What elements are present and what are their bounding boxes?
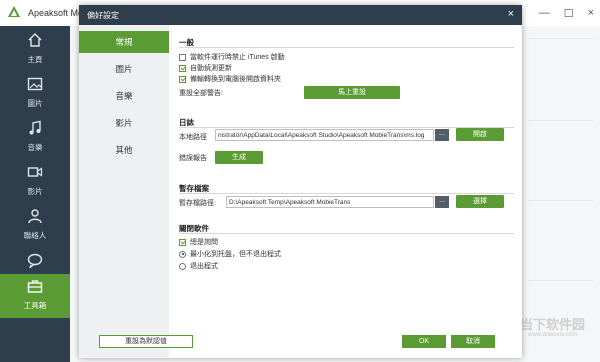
ok-button[interactable]: OK (402, 335, 446, 348)
preferences-dialog: 偏好設定 × 常規 圖片 音樂 影片 其他 一般 當軟件運行時禁止 iTunes… (79, 5, 522, 358)
nav-item-toolbox[interactable]: 工具箱 (0, 274, 70, 318)
reset-default-button[interactable]: 重設為默認值 (99, 335, 193, 348)
option-minimize-tray[interactable]: 最小化到托盤，但不退出程式 (179, 249, 281, 259)
nav-label: 工具箱 (23, 301, 47, 310)
close-icon[interactable]: × (588, 7, 594, 20)
option-disable-itunes[interactable]: 當軟件運行時禁止 iTunes 啟動 (179, 52, 285, 62)
checkbox[interactable] (179, 238, 186, 246)
dialog-title: 偏好設定 (87, 11, 119, 20)
browse-temp-button[interactable]: ... (435, 196, 449, 208)
divider (179, 47, 514, 48)
window-controls: — ☐ × (539, 7, 594, 20)
nav-label: 圖片 (27, 99, 43, 108)
option-label: 當軟件運行時禁止 iTunes 啟動 (190, 54, 285, 61)
toolbox-icon (27, 280, 43, 293)
generate-button[interactable]: 生成 (215, 151, 263, 164)
app-logo-icon (8, 6, 20, 17)
option-exit[interactable]: 退出程式 (179, 261, 218, 271)
checkbox[interactable] (179, 64, 186, 72)
picture-icon (27, 77, 43, 91)
checkbox[interactable] (179, 53, 186, 61)
video-icon (27, 167, 43, 177)
music-icon (29, 120, 41, 135)
dialog-tab-list: 常規 圖片 音樂 影片 其他 (79, 25, 169, 358)
tab-music[interactable]: 音樂 (79, 85, 169, 107)
option-label: 自動偵測更新 (190, 65, 232, 72)
watermark-text: 当下软件园 (520, 317, 586, 332)
temp-folder-field[interactable]: D:\Apeaksoft Temp\Apeaksoft MobieTrans (226, 196, 434, 208)
reset-now-button[interactable]: 馬上重設 (304, 86, 400, 99)
message-icon (27, 253, 43, 268)
option-open-folder[interactable]: 備輸轉換到電腦後開啟資料夾 (179, 74, 281, 84)
nav-item-home[interactable]: 主頁 (0, 28, 70, 72)
cancel-button[interactable]: 取消 (451, 335, 495, 348)
select-temp-button[interactable]: 選擇 (456, 195, 504, 208)
nav-label: 音樂 (27, 143, 43, 152)
option-auto-update[interactable]: 自動偵測更新 (179, 63, 232, 73)
temp-folder-label: 暫存檔路徑: (179, 200, 216, 207)
radio[interactable] (179, 262, 186, 270)
local-path-label: 本地路徑 (179, 134, 207, 141)
tab-other[interactable]: 其他 (79, 139, 169, 161)
close-icon[interactable]: × (508, 8, 514, 20)
minimize-icon[interactable]: — (539, 7, 550, 20)
watermark-url: www.downxia.com (528, 332, 578, 338)
tab-pictures[interactable]: 圖片 (79, 58, 169, 80)
dialog-body: 一般 當軟件運行時禁止 iTunes 啟動 自動偵測更新 備輸轉換到電腦後開啟資… (169, 25, 522, 358)
tab-general[interactable]: 常規 (79, 31, 169, 53)
nav-label: 主頁 (27, 55, 43, 64)
option-always-ask[interactable]: 總是詢問 (179, 237, 218, 247)
checkbox[interactable] (179, 75, 186, 83)
maximize-icon[interactable]: ☐ (564, 7, 574, 20)
divider (179, 233, 514, 234)
tab-video[interactable]: 影片 (79, 112, 169, 134)
nav-item-video[interactable]: 影片 (0, 160, 70, 204)
nav-item-contacts[interactable]: 聯絡人 (0, 204, 70, 248)
reset-prompts-label: 重設全部警告: (179, 90, 223, 97)
option-label: 退出程式 (190, 263, 218, 270)
nav-item-music[interactable]: 音樂 (0, 116, 70, 160)
nav-label: 聯絡人 (23, 231, 47, 240)
nav-label: 影片 (27, 187, 43, 196)
home-icon (28, 33, 42, 47)
nav-item-pictures[interactable]: 圖片 (0, 72, 70, 116)
dialog-titlebar: 偏好設定 × (79, 5, 522, 25)
local-path-field[interactable]: nistrator\AppData\Local\Apeaksoft Studio… (215, 129, 434, 141)
divider (179, 193, 514, 194)
option-label: 備輸轉換到電腦後開啟資料夾 (190, 76, 281, 83)
option-label: 最小化到托盤，但不退出程式 (190, 251, 281, 258)
radio[interactable] (179, 250, 186, 258)
contacts-icon (28, 209, 42, 224)
option-label: 總是詢問 (190, 239, 218, 246)
open-log-button[interactable]: 開啟 (456, 128, 504, 141)
browse-log-button[interactable]: ... (435, 129, 449, 141)
error-report-label: 錯誤報告 (179, 155, 207, 162)
app-sidebar: 主頁 圖片 音樂 影片 聯絡人 訊息 工具箱 (0, 26, 70, 362)
